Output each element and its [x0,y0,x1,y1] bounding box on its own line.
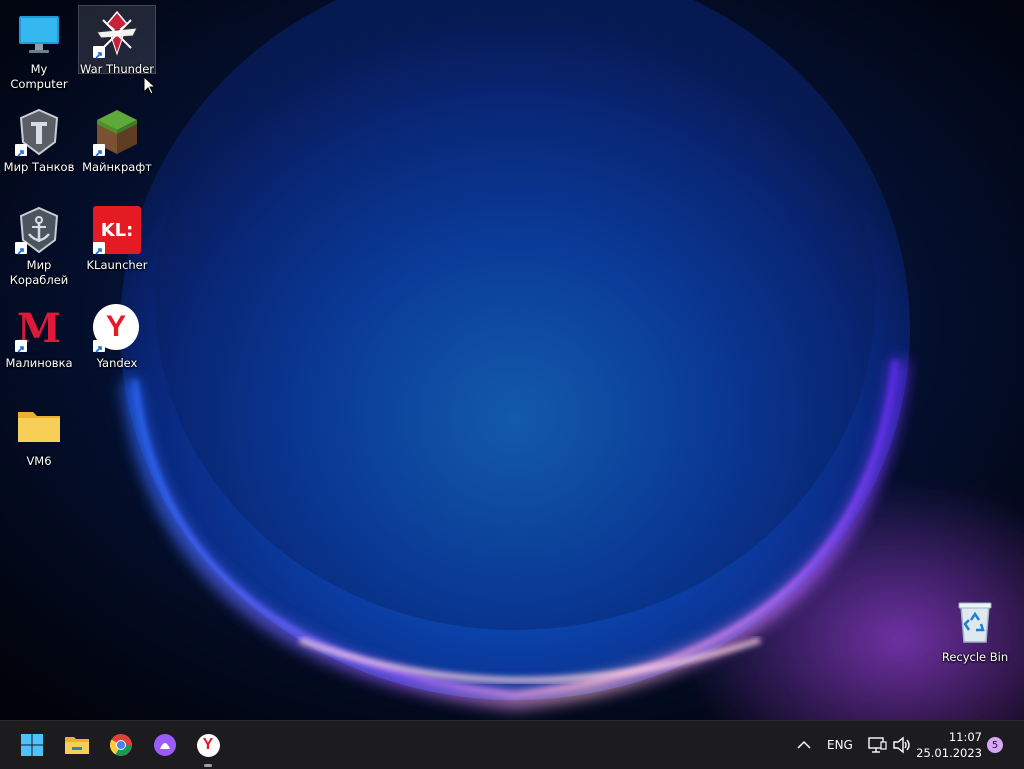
icon-label: Yandex [96,356,138,370]
desktop-icon-minecraft[interactable]: Майнкрафт [79,104,155,175]
shortcut-arrow-icon [93,144,105,157]
desktop-icon-mir-tankov[interactable]: Мир Танков [1,104,77,175]
icon-label: Мир Кораблей [9,258,69,287]
folder-icon [15,402,63,450]
icon-label: Мир Танков [3,160,75,174]
language-indicator[interactable]: ENG [827,738,853,752]
notification-badge[interactable]: 5 [987,737,1003,753]
alice-button[interactable] [149,729,181,761]
desktop-icon-yandex[interactable]: Y Yandex [79,300,155,371]
chevron-up-icon [797,740,811,749]
shortcut-arrow-icon [93,46,105,59]
icon-label: War Thunder [79,62,155,76]
volume-button[interactable] [888,729,916,761]
yandex-browser-button[interactable]: Y [192,729,224,761]
icon-label: KLauncher [86,258,148,272]
show-hidden-icons-button[interactable] [790,729,818,761]
shortcut-arrow-icon [93,242,105,255]
yandex-icon: Y [196,733,220,757]
desktop-icon-recycle-bin[interactable]: Recycle Bin [937,594,1013,665]
shortcut-arrow-icon [15,144,27,157]
folder-icon [65,737,89,754]
icon-label: Майнкрафт [82,160,152,174]
yandex-glyph: Y [202,736,214,753]
mouse-cursor-icon [143,76,157,95]
desktop-icon-mir-korabley[interactable]: Мир Кораблей [1,202,77,288]
shortcut-arrow-icon [15,340,27,353]
desktop-icon-vm6[interactable]: VM6 [1,398,77,469]
clock-time: 11:07 [948,730,982,744]
file-explorer-button[interactable] [61,729,93,761]
clock[interactable]: 11:07 25.01.2023 [916,729,982,763]
shortcut-arrow-icon [93,340,105,353]
klauncher-logo-text: KL: [100,219,134,241]
yandex-icon: Y [93,304,141,353]
recycle-bin-icon [951,598,999,646]
yandex-logo-text: Y [105,310,126,343]
taskbar: Y ENG 11:07 25.01.2023 5 [0,720,1024,769]
chrome-button[interactable] [105,729,137,761]
clock-date: 25.01.2023 [916,746,982,760]
desktop-icon-war-thunder[interactable]: War Thunder [78,5,156,76]
notification-count: 5 [991,739,999,751]
desktop-icon-my-computer[interactable]: My Computer [1,6,77,92]
speaker-icon [893,736,910,754]
klauncher-icon: KL: [93,206,141,255]
icon-label: My Computer [10,62,68,91]
desktop-icon-malinovka[interactable]: M Малиновка [1,300,77,371]
desktop[interactable]: My Computer War Thunder Мир Танков Майнк… [0,0,1024,720]
minecraft-icon [93,108,141,157]
war-thunder-icon [93,10,141,59]
windows-logo-icon [21,734,43,756]
alice-icon [154,734,176,756]
malinovka-icon: M [15,304,63,353]
icon-label: VM6 [26,454,52,468]
icon-label: Малиновка [5,356,73,370]
start-button[interactable] [16,729,48,761]
my-computer-icon [15,10,63,58]
desktop-icon-klauncher[interactable]: KL: KLauncher [79,202,155,273]
mir-tankov-icon [15,108,63,157]
icon-label: Recycle Bin [941,650,1009,664]
mir-korabley-icon [15,206,63,255]
running-indicator [204,764,212,767]
network-icon [868,737,887,753]
chrome-icon [110,734,132,756]
shortcut-arrow-icon [15,242,27,255]
